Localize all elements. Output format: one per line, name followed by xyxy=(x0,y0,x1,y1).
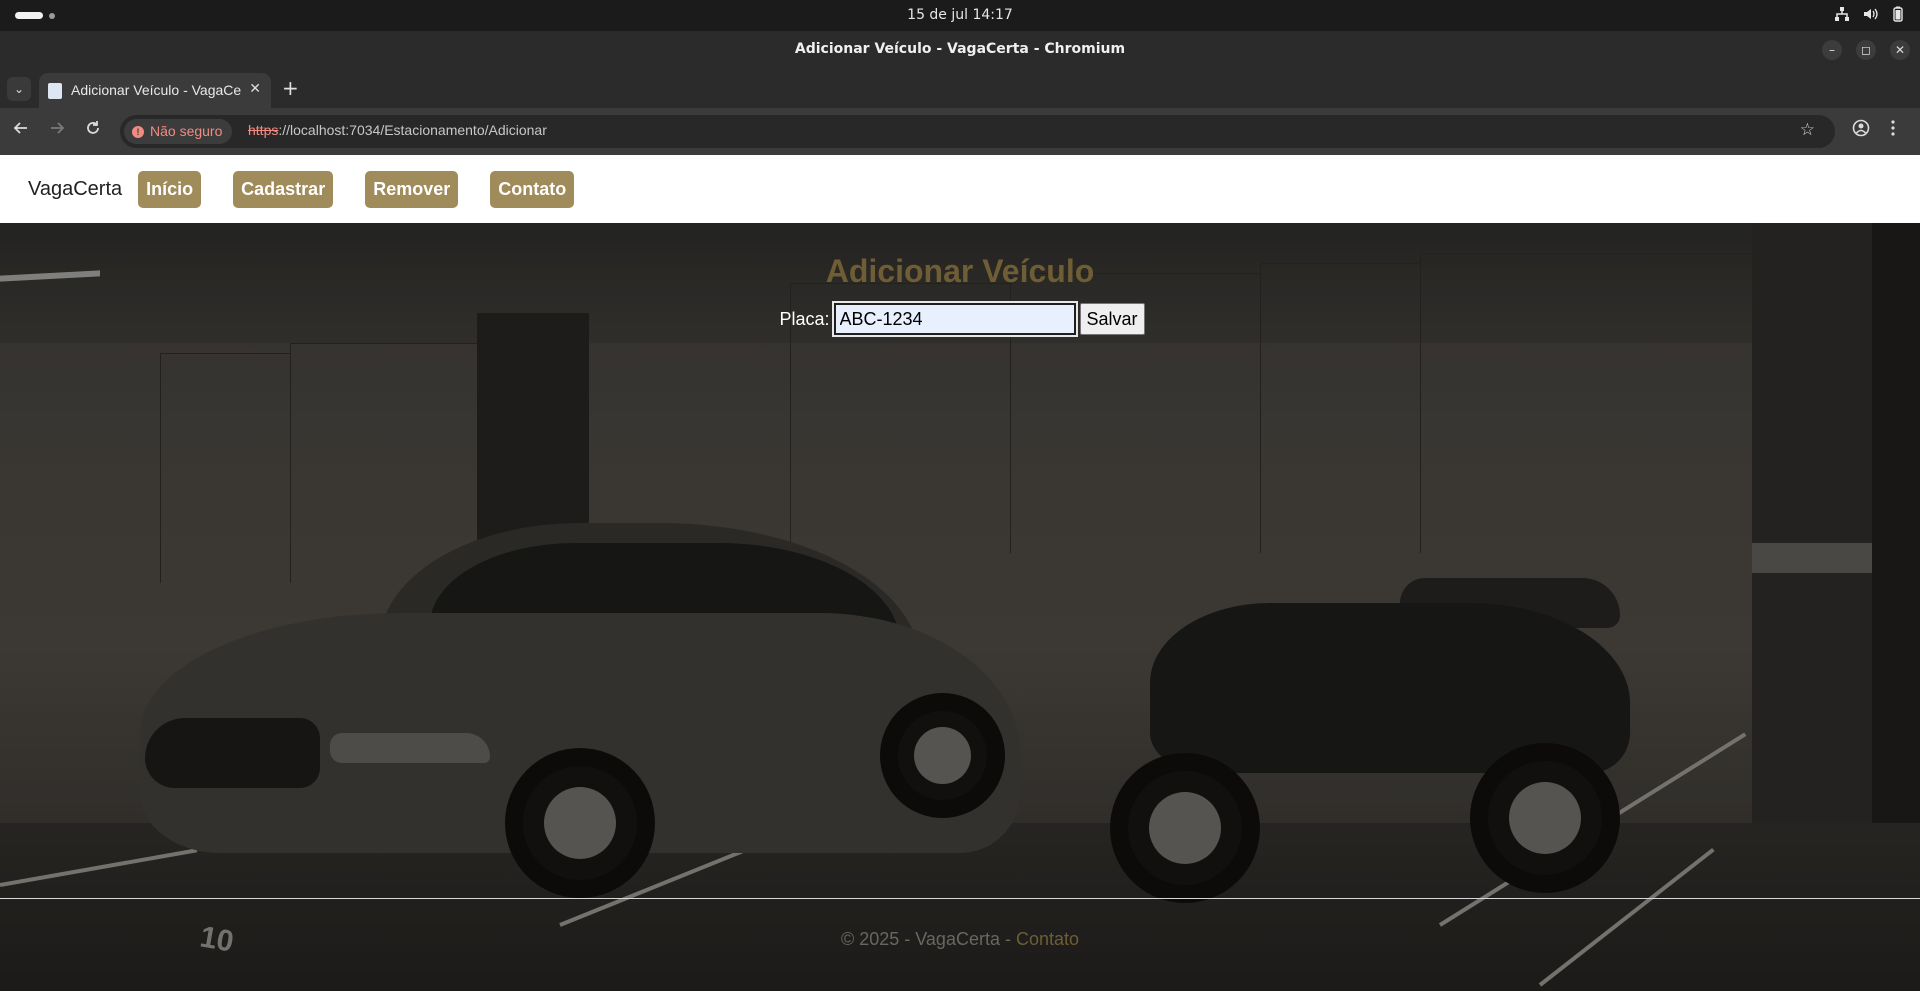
forward-icon[interactable] xyxy=(49,120,65,140)
tab-search-button[interactable]: ⌄ xyxy=(7,77,31,101)
url-path: ://localhost:7034/Estacionamento/Adicion… xyxy=(278,122,547,138)
security-chip[interactable]: ! Não seguro xyxy=(124,119,233,144)
bookmark-star-icon[interactable]: ☆ xyxy=(1800,120,1815,140)
warning-icon: ! xyxy=(132,125,144,138)
minimize-button[interactable]: – xyxy=(1822,40,1842,60)
profile-icon[interactable] xyxy=(1852,119,1870,141)
garage-background-image: 10 Adicionar Veículo Placa: Salvar © 202… xyxy=(0,223,1920,991)
new-tab-button[interactable]: + xyxy=(282,76,299,100)
page-viewport: VagaCerta Início Cadastrar Remover Conta… xyxy=(0,155,1920,991)
security-label: Não seguro xyxy=(150,123,223,139)
os-top-bar: 15 de jul 14:17 xyxy=(0,0,1920,31)
nav-inicio[interactable]: Início xyxy=(138,170,202,208)
tab-strip: ⌄ Adicionar Veículo - VagaCerta ✕ + xyxy=(0,68,1920,108)
back-icon[interactable] xyxy=(13,120,29,140)
volume-icon xyxy=(1862,6,1878,22)
site-brand[interactable]: VagaCerta xyxy=(28,178,122,201)
nav-contato[interactable]: Contato xyxy=(490,170,575,208)
window-title: Adicionar Veículo - VagaCerta - Chromium xyxy=(794,41,1126,57)
nav-remover[interactable]: Remover xyxy=(365,170,459,208)
plate-input[interactable] xyxy=(831,301,1078,337)
address-bar[interactable]: ! Não seguro https://localhost:7034/Esta… xyxy=(120,115,1835,148)
nav-cadastrar[interactable]: Cadastrar xyxy=(233,170,334,208)
dark-overlay xyxy=(0,223,1920,991)
footer-contact-link[interactable]: Contato xyxy=(1016,929,1079,949)
tab-title: Adicionar Veículo - VagaCerta xyxy=(71,82,241,98)
site-footer: © 2025 - VagaCerta - Contato xyxy=(0,929,1920,950)
plate-label: Placa: xyxy=(779,308,830,329)
system-tray[interactable] xyxy=(1834,6,1906,22)
browser-toolbar: ! Não seguro https://localhost:7034/Esta… xyxy=(0,108,1920,155)
footer-divider xyxy=(0,898,1920,899)
browser-tab[interactable]: Adicionar Veículo - VagaCerta ✕ xyxy=(39,73,271,108)
add-vehicle-form: Placa: Salvar xyxy=(0,301,1920,337)
menu-kebab-icon[interactable] xyxy=(1890,119,1896,141)
save-button[interactable]: Salvar xyxy=(1079,303,1145,335)
battery-icon xyxy=(1890,6,1906,22)
page-favicon-icon xyxy=(48,83,62,99)
site-navbar: VagaCerta Início Cadastrar Remover Conta… xyxy=(0,155,1920,223)
network-icon xyxy=(1834,6,1850,22)
tab-close-icon[interactable]: ✕ xyxy=(249,81,261,97)
window-titlebar: Adicionar Veículo - VagaCerta - Chromium… xyxy=(0,31,1920,68)
reload-icon[interactable] xyxy=(85,120,101,140)
footer-copyright: © 2025 - VagaCerta - xyxy=(840,929,1016,949)
close-window-button[interactable]: ✕ xyxy=(1890,40,1910,60)
url-text[interactable]: https://localhost:7034/Estacionamento/Ad… xyxy=(248,122,547,138)
page-title: Adicionar Veículo xyxy=(825,253,1095,289)
maximize-button[interactable]: ◻ xyxy=(1856,40,1876,60)
url-scheme: https xyxy=(248,122,279,138)
os-clock[interactable]: 15 de jul 14:17 xyxy=(0,7,1920,23)
